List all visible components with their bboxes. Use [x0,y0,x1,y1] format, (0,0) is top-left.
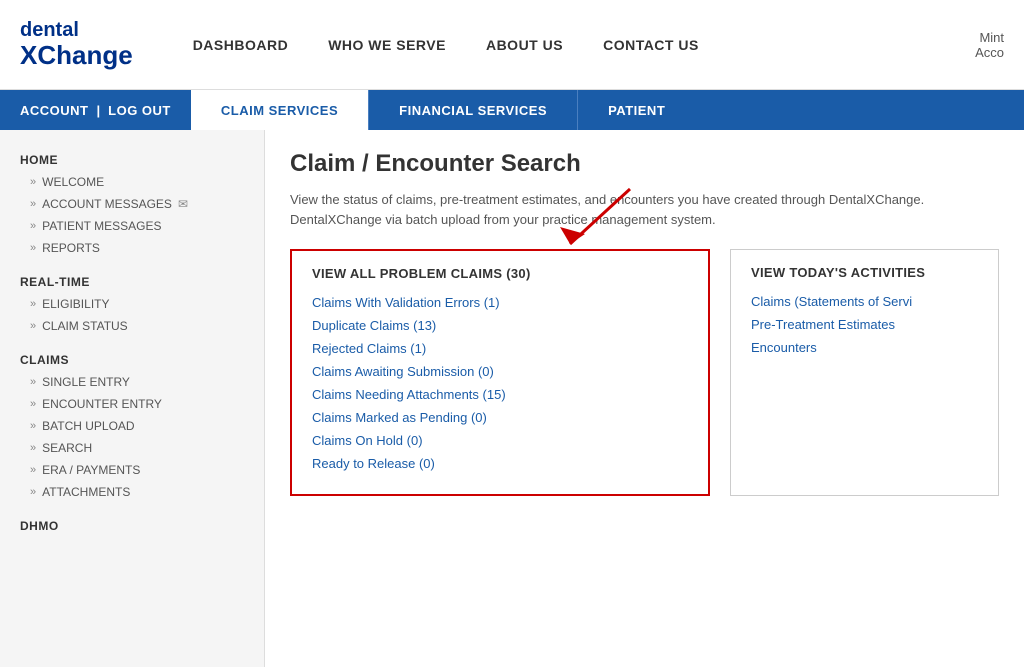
sidebar-label-encounter-entry: ENCOUNTER ENTRY [42,397,162,411]
nav-contact-us[interactable]: CONTACT US [603,37,699,53]
logo-dental: dental [20,19,133,41]
tab-financial-services[interactable]: FINANCIAL SERVICES [368,90,577,130]
top-right-user: MintAcco [975,30,1004,60]
link-awaiting-submission[interactable]: Claims Awaiting Submission (0) [312,364,688,379]
sidebar-item-batch-upload[interactable]: » BATCH UPLOAD [0,415,264,437]
chevron-icon: » [30,320,36,332]
nav-about-us[interactable]: ABOUT US [486,37,563,53]
sidebar-item-search[interactable]: » SEARCH [0,437,264,459]
chevron-icon: » [30,420,36,432]
today-activities-title: VIEW TODAY'S ACTIVITIES [751,265,978,280]
chevron-icon: » [30,486,36,498]
link-duplicate-claims[interactable]: Duplicate Claims (13) [312,318,688,333]
chevron-icon: » [30,464,36,476]
link-pre-treatment[interactable]: Pre-Treatment Estimates [751,317,978,332]
nav-who-we-serve[interactable]: WHO WE SERVE [328,37,446,53]
tab-claim-services[interactable]: CLAIM SERVICES [191,90,368,130]
link-claims-today[interactable]: Claims (Statements of Servi [751,294,978,309]
sidebar-label-patient-messages: PATIENT MESSAGES [42,219,161,233]
nav-bar: ACCOUNT | LOG OUT CLAIM SERVICES FINANCI… [0,90,1024,130]
cards-row: VIEW ALL PROBLEM CLAIMS (30) Claims With… [290,249,999,496]
card-today-activities: VIEW TODAY'S ACTIVITIES Claims (Statemen… [730,249,999,496]
logo: dental XChange [20,19,133,70]
sidebar-section-home: HOME [0,145,264,171]
chevron-icon: » [30,242,36,254]
sidebar-item-account-messages[interactable]: » ACCOUNT MESSAGES ✉ [0,193,264,215]
link-marked-pending[interactable]: Claims Marked as Pending (0) [312,410,688,425]
sidebar-section-realtime: REAL-TIME [0,267,264,293]
sidebar-label-eligibility: ELIGIBILITY [42,297,109,311]
sidebar-item-single-entry[interactable]: » SINGLE ENTRY [0,371,264,393]
sidebar-label-claim-status: CLAIM STATUS [42,319,128,333]
sidebar-item-welcome[interactable]: » WELCOME [0,171,264,193]
sidebar-label-search: SEARCH [42,441,92,455]
sidebar-label-era-payments: ERA / PAYMENTS [42,463,140,477]
chevron-icon: » [30,298,36,310]
page-description: View the status of claims, pre-treatment… [290,190,990,229]
link-encounters[interactable]: Encounters [751,340,978,355]
sidebar-item-eligibility[interactable]: » ELIGIBILITY [0,293,264,315]
sidebar: HOME » WELCOME » ACCOUNT MESSAGES ✉ » PA… [0,130,265,667]
sidebar-label-account-messages: ACCOUNT MESSAGES [42,197,172,211]
link-validation-errors[interactable]: Claims With Validation Errors (1) [312,295,688,310]
chevron-icon: » [30,220,36,232]
chevron-icon: » [30,442,36,454]
sidebar-label-batch-upload: BATCH UPLOAD [42,419,134,433]
chevron-icon: » [30,376,36,388]
logout-link[interactable]: LOG OUT [108,103,171,118]
chevron-icon: » [30,198,36,210]
envelope-icon: ✉ [178,197,188,211]
link-needing-attachments[interactable]: Claims Needing Attachments (15) [312,387,688,402]
link-rejected-claims[interactable]: Rejected Claims (1) [312,341,688,356]
sidebar-item-encounter-entry[interactable]: » ENCOUNTER ENTRY [0,393,264,415]
account-link[interactable]: ACCOUNT [20,103,89,118]
main-layout: HOME » WELCOME » ACCOUNT MESSAGES ✉ » PA… [0,130,1024,667]
card-problem-claims: VIEW ALL PROBLEM CLAIMS (30) Claims With… [290,249,710,496]
chevron-icon: » [30,176,36,188]
sidebar-item-reports[interactable]: » REPORTS [0,237,264,259]
nav-divider: | [97,103,101,118]
sidebar-label-reports: REPORTS [42,241,100,255]
sidebar-section-claims: CLAIMS [0,345,264,371]
sidebar-item-era-payments[interactable]: » ERA / PAYMENTS [0,459,264,481]
chevron-icon: » [30,398,36,410]
nav-bar-left: ACCOUNT | LOG OUT [0,90,191,130]
main-nav: DASHBOARD WHO WE SERVE ABOUT US CONTACT … [193,37,975,53]
top-header: dental XChange DASHBOARD WHO WE SERVE AB… [0,0,1024,90]
sidebar-item-claim-status[interactable]: » CLAIM STATUS [0,315,264,337]
link-claims-on-hold[interactable]: Claims On Hold (0) [312,433,688,448]
logo-xchange: XChange [20,41,133,70]
page-title: Claim / Encounter Search [290,150,999,178]
link-ready-to-release[interactable]: Ready to Release (0) [312,456,688,471]
sidebar-label-single-entry: SINGLE ENTRY [42,375,130,389]
sidebar-item-attachments[interactable]: » ATTACHMENTS [0,481,264,503]
sidebar-section-dhmo: DHMO [0,511,264,537]
problem-claims-title: VIEW ALL PROBLEM CLAIMS (30) [312,266,688,281]
sidebar-item-patient-messages[interactable]: » PATIENT MESSAGES [0,215,264,237]
content-area: Claim / Encounter Search View the status… [265,130,1024,667]
nav-dashboard[interactable]: DASHBOARD [193,37,289,53]
sidebar-label-welcome: WELCOME [42,175,104,189]
sidebar-label-attachments: ATTACHMENTS [42,485,130,499]
tab-patient[interactable]: PATIENT [577,90,695,130]
